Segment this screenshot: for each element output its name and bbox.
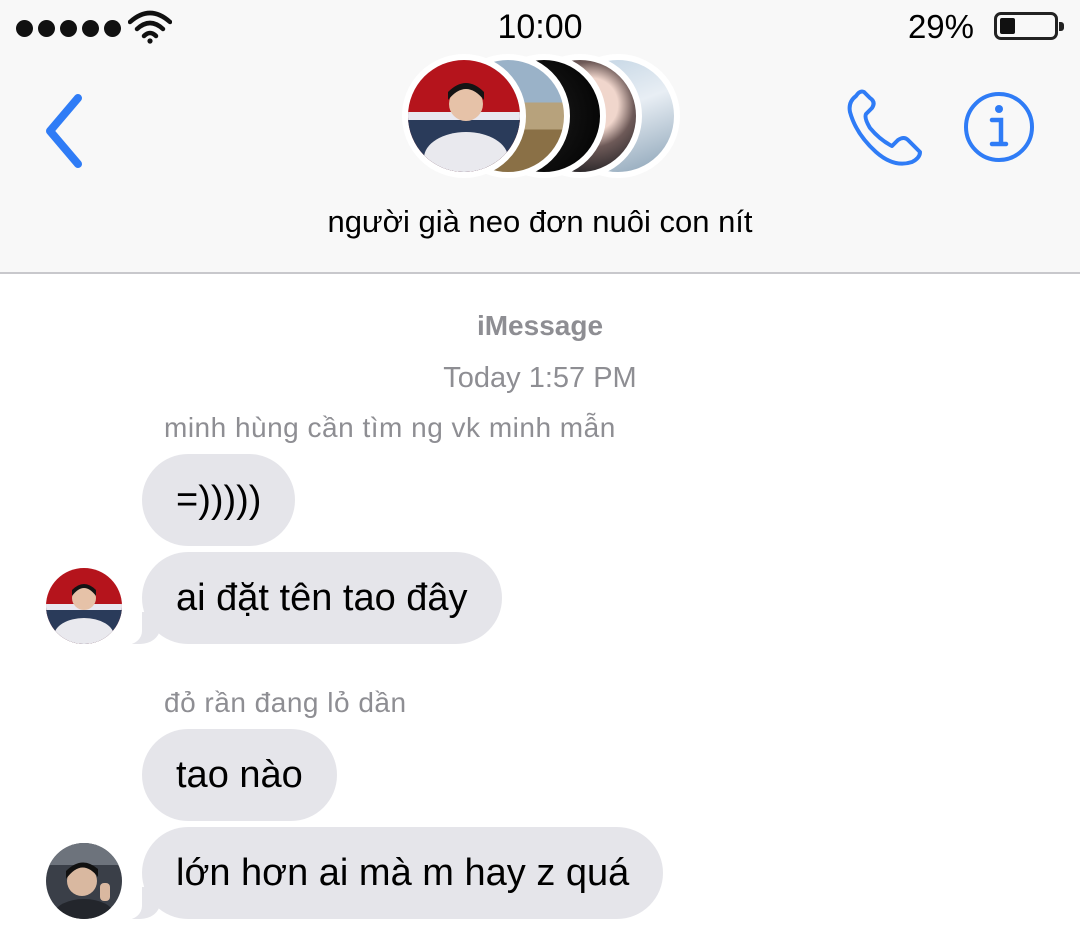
- conversation-header: người già neo đơn nuôi con nít: [0, 52, 1080, 274]
- sender-avatar[interactable]: [46, 568, 122, 644]
- info-button[interactable]: [962, 90, 1036, 164]
- message-bubble[interactable]: tao nào: [142, 729, 337, 821]
- back-button[interactable]: [36, 86, 96, 176]
- message-bubble[interactable]: =))))): [142, 454, 296, 546]
- group-name[interactable]: người già neo đơn nuôi con nít: [0, 204, 1080, 240]
- phone-call-button[interactable]: [840, 86, 924, 170]
- message-bubble[interactable]: ai đặt tên tao đây: [112, 552, 502, 645]
- sender-avatar[interactable]: [46, 843, 122, 919]
- message-thread[interactable]: iMessage Today 1:57 PM minh hùng cần tìm…: [0, 274, 1080, 949]
- sender-name: đỏ rần đang lỏ dần: [164, 687, 407, 718]
- sender-name: minh hùng cần tìm ng vk minh mẫn: [164, 412, 616, 443]
- battery-icon: [994, 12, 1064, 40]
- message-timestamp: Today 1:57 PM: [443, 362, 637, 394]
- message-bubble[interactable]: lớn hơn ai mà m hay z quá: [111, 827, 664, 920]
- battery-percentage: 29%: [907, 8, 974, 45]
- group-avatar-stack[interactable]: [400, 52, 690, 182]
- group-member-avatar-1: [402, 54, 526, 178]
- service-label: iMessage: [476, 310, 604, 341]
- status-bar: 10:00 29%: [0, 0, 1080, 52]
